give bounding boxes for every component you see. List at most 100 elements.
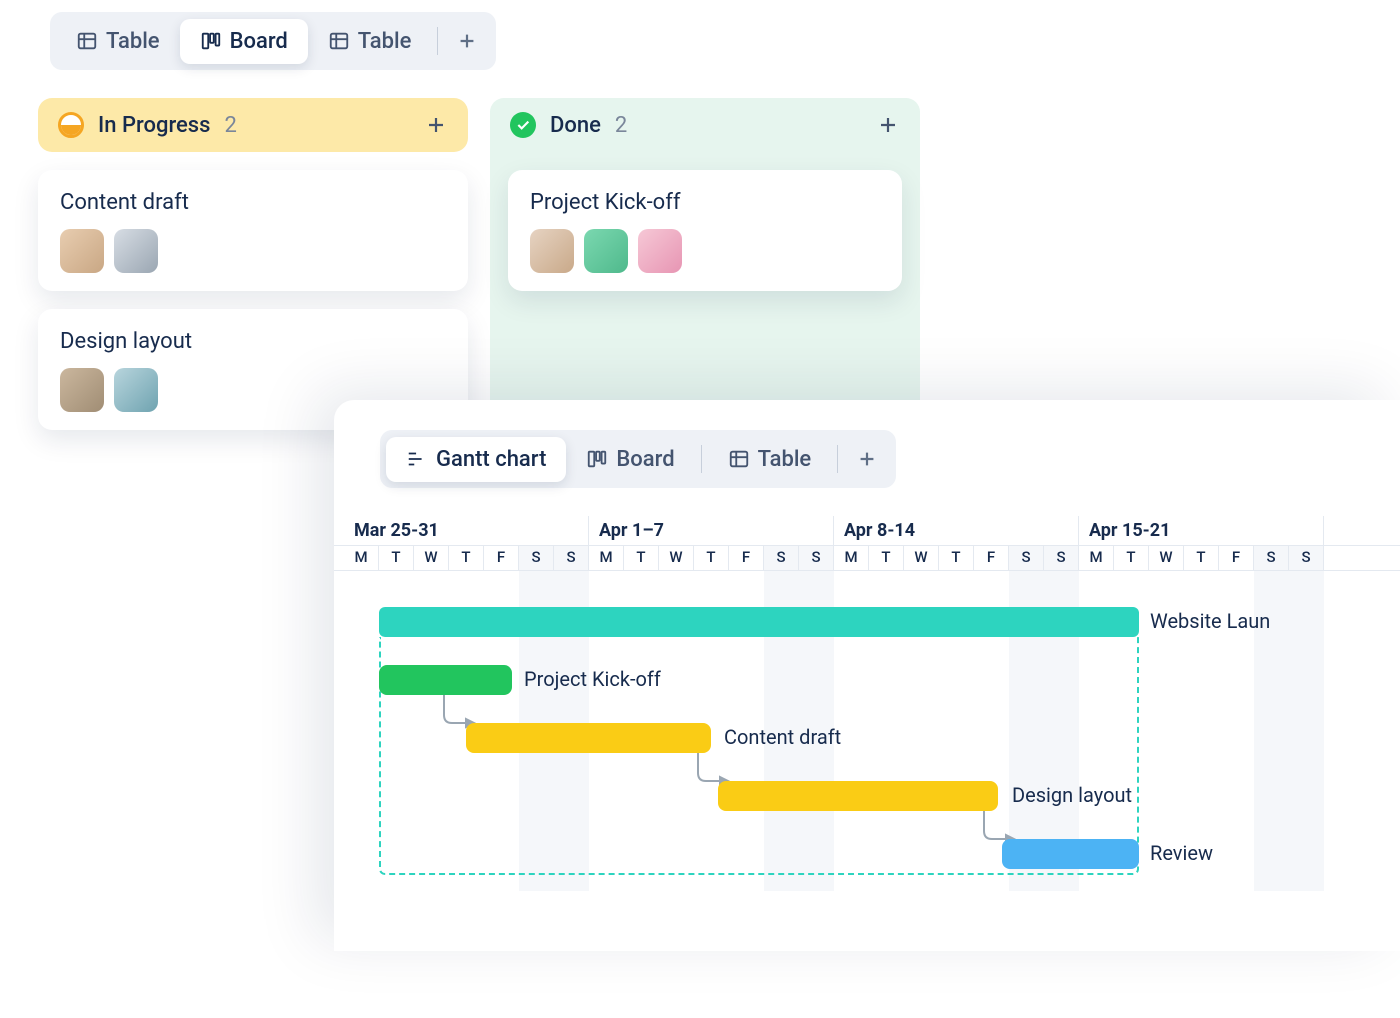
avatar[interactable] [60,229,104,273]
task-bar-content-draft[interactable] [466,723,711,753]
week-label: Apr 15-21 [1079,516,1324,545]
tab-divider [437,27,438,55]
gantt-icon [406,448,428,470]
day-label: T [449,546,484,570]
day-label: T [379,546,414,570]
gantt-panel: Gantt chart Board Table Mar 25-31 Apr 1–… [334,400,1400,951]
board-icon [200,30,222,52]
timeline-days: MTWTFSSMTWTFSSMTWTFSSMTWTFSS [334,546,1400,571]
task-label: Project Kick-off [524,667,661,691]
add-card-button[interactable] [876,113,900,137]
status-done-icon [510,112,536,138]
timeline-gutter [334,546,344,570]
status-in-progress-icon [58,112,84,138]
tab-board[interactable]: Board [566,437,694,482]
tab-divider [837,445,838,473]
task-bar-review[interactable] [1002,839,1139,869]
day-label: S [1254,546,1289,570]
tab-gantt[interactable]: Gantt chart [386,437,566,482]
day-label: M [834,546,869,570]
table-icon [76,30,98,52]
board-tab-strip: Table Board Table [50,12,496,70]
tab-board[interactable]: Board [180,19,308,64]
column-title: Done [550,113,601,138]
avatar[interactable] [114,368,158,412]
avatar[interactable] [60,368,104,412]
gantt-timeline: Mar 25-31 Apr 1–7 Apr 8-14 Apr 15-21 MTW… [334,516,1400,891]
task-bar-project-kickoff[interactable] [379,665,512,695]
card-project-kickoff[interactable]: Project Kick-off [508,170,902,291]
day-label: T [1114,546,1149,570]
day-label: M [589,546,624,570]
day-label: M [344,546,379,570]
avatar[interactable] [638,229,682,273]
card-title: Design layout [60,329,446,354]
week-label: Mar 25-31 [344,516,589,545]
tab-label: Table [106,29,160,54]
column-header: Done 2 [490,98,920,152]
avatar[interactable] [114,229,158,273]
day-label: S [519,546,554,570]
day-label: F [1219,546,1254,570]
card-title: Content draft [60,190,446,215]
day-label: F [729,546,764,570]
day-label: F [484,546,519,570]
add-view-button[interactable] [844,436,890,482]
task-label: Design layout [1012,783,1132,807]
card-avatars [60,229,446,273]
day-label: W [414,546,449,570]
tab-label: Board [616,447,674,472]
week-label: Apr 8-14 [834,516,1079,545]
day-label: T [624,546,659,570]
tab-label: Gantt chart [436,447,546,472]
day-label: W [659,546,694,570]
tab-table-1[interactable]: Table [56,19,180,64]
tab-divider [701,445,702,473]
day-label: T [939,546,974,570]
task-label: Content draft [724,725,841,749]
card-content-draft[interactable]: Content draft [38,170,468,291]
day-label: F [974,546,1009,570]
day-label: W [1149,546,1184,570]
column-count: 2 [615,113,627,138]
group-label: Website Laun [1150,609,1270,633]
table-icon [728,448,750,470]
table-icon [328,30,350,52]
card-title: Project Kick-off [530,190,880,215]
day-label: S [554,546,589,570]
day-label: S [764,546,799,570]
gantt-body: Website Laun Project Kick-off Content dr… [334,571,1400,891]
day-label: S [1009,546,1044,570]
day-label: W [904,546,939,570]
day-label: S [1289,546,1324,570]
column-header: In Progress 2 [38,98,468,152]
card-avatars [530,229,880,273]
task-bar-design-layout[interactable] [718,781,998,811]
tab-table[interactable]: Table [708,437,832,482]
plus-icon [456,30,478,52]
board-icon [586,448,608,470]
task-label: Review [1150,841,1213,865]
board-panel: Table Board Table In Progress 2 [38,0,968,462]
add-card-button[interactable] [424,113,448,137]
day-label: M [1079,546,1114,570]
gantt-tab-strip: Gantt chart Board Table [380,430,896,488]
tab-label: Table [358,29,412,54]
timeline-gutter [334,516,344,545]
week-label: Apr 1–7 [589,516,834,545]
avatar[interactable] [584,229,628,273]
plus-icon [856,448,878,470]
tab-table-2[interactable]: Table [308,19,432,64]
tab-label: Table [758,447,812,472]
column-count: 2 [224,113,236,138]
day-label: T [694,546,729,570]
day-label: S [799,546,834,570]
group-bar-website-launch[interactable] [379,607,1139,637]
add-view-button[interactable] [444,18,490,64]
day-label: T [1184,546,1219,570]
day-label: T [869,546,904,570]
day-label: S [1044,546,1079,570]
avatar[interactable] [530,229,574,273]
timeline-weeks: Mar 25-31 Apr 1–7 Apr 8-14 Apr 15-21 [334,516,1400,546]
column-title: In Progress [98,113,210,138]
